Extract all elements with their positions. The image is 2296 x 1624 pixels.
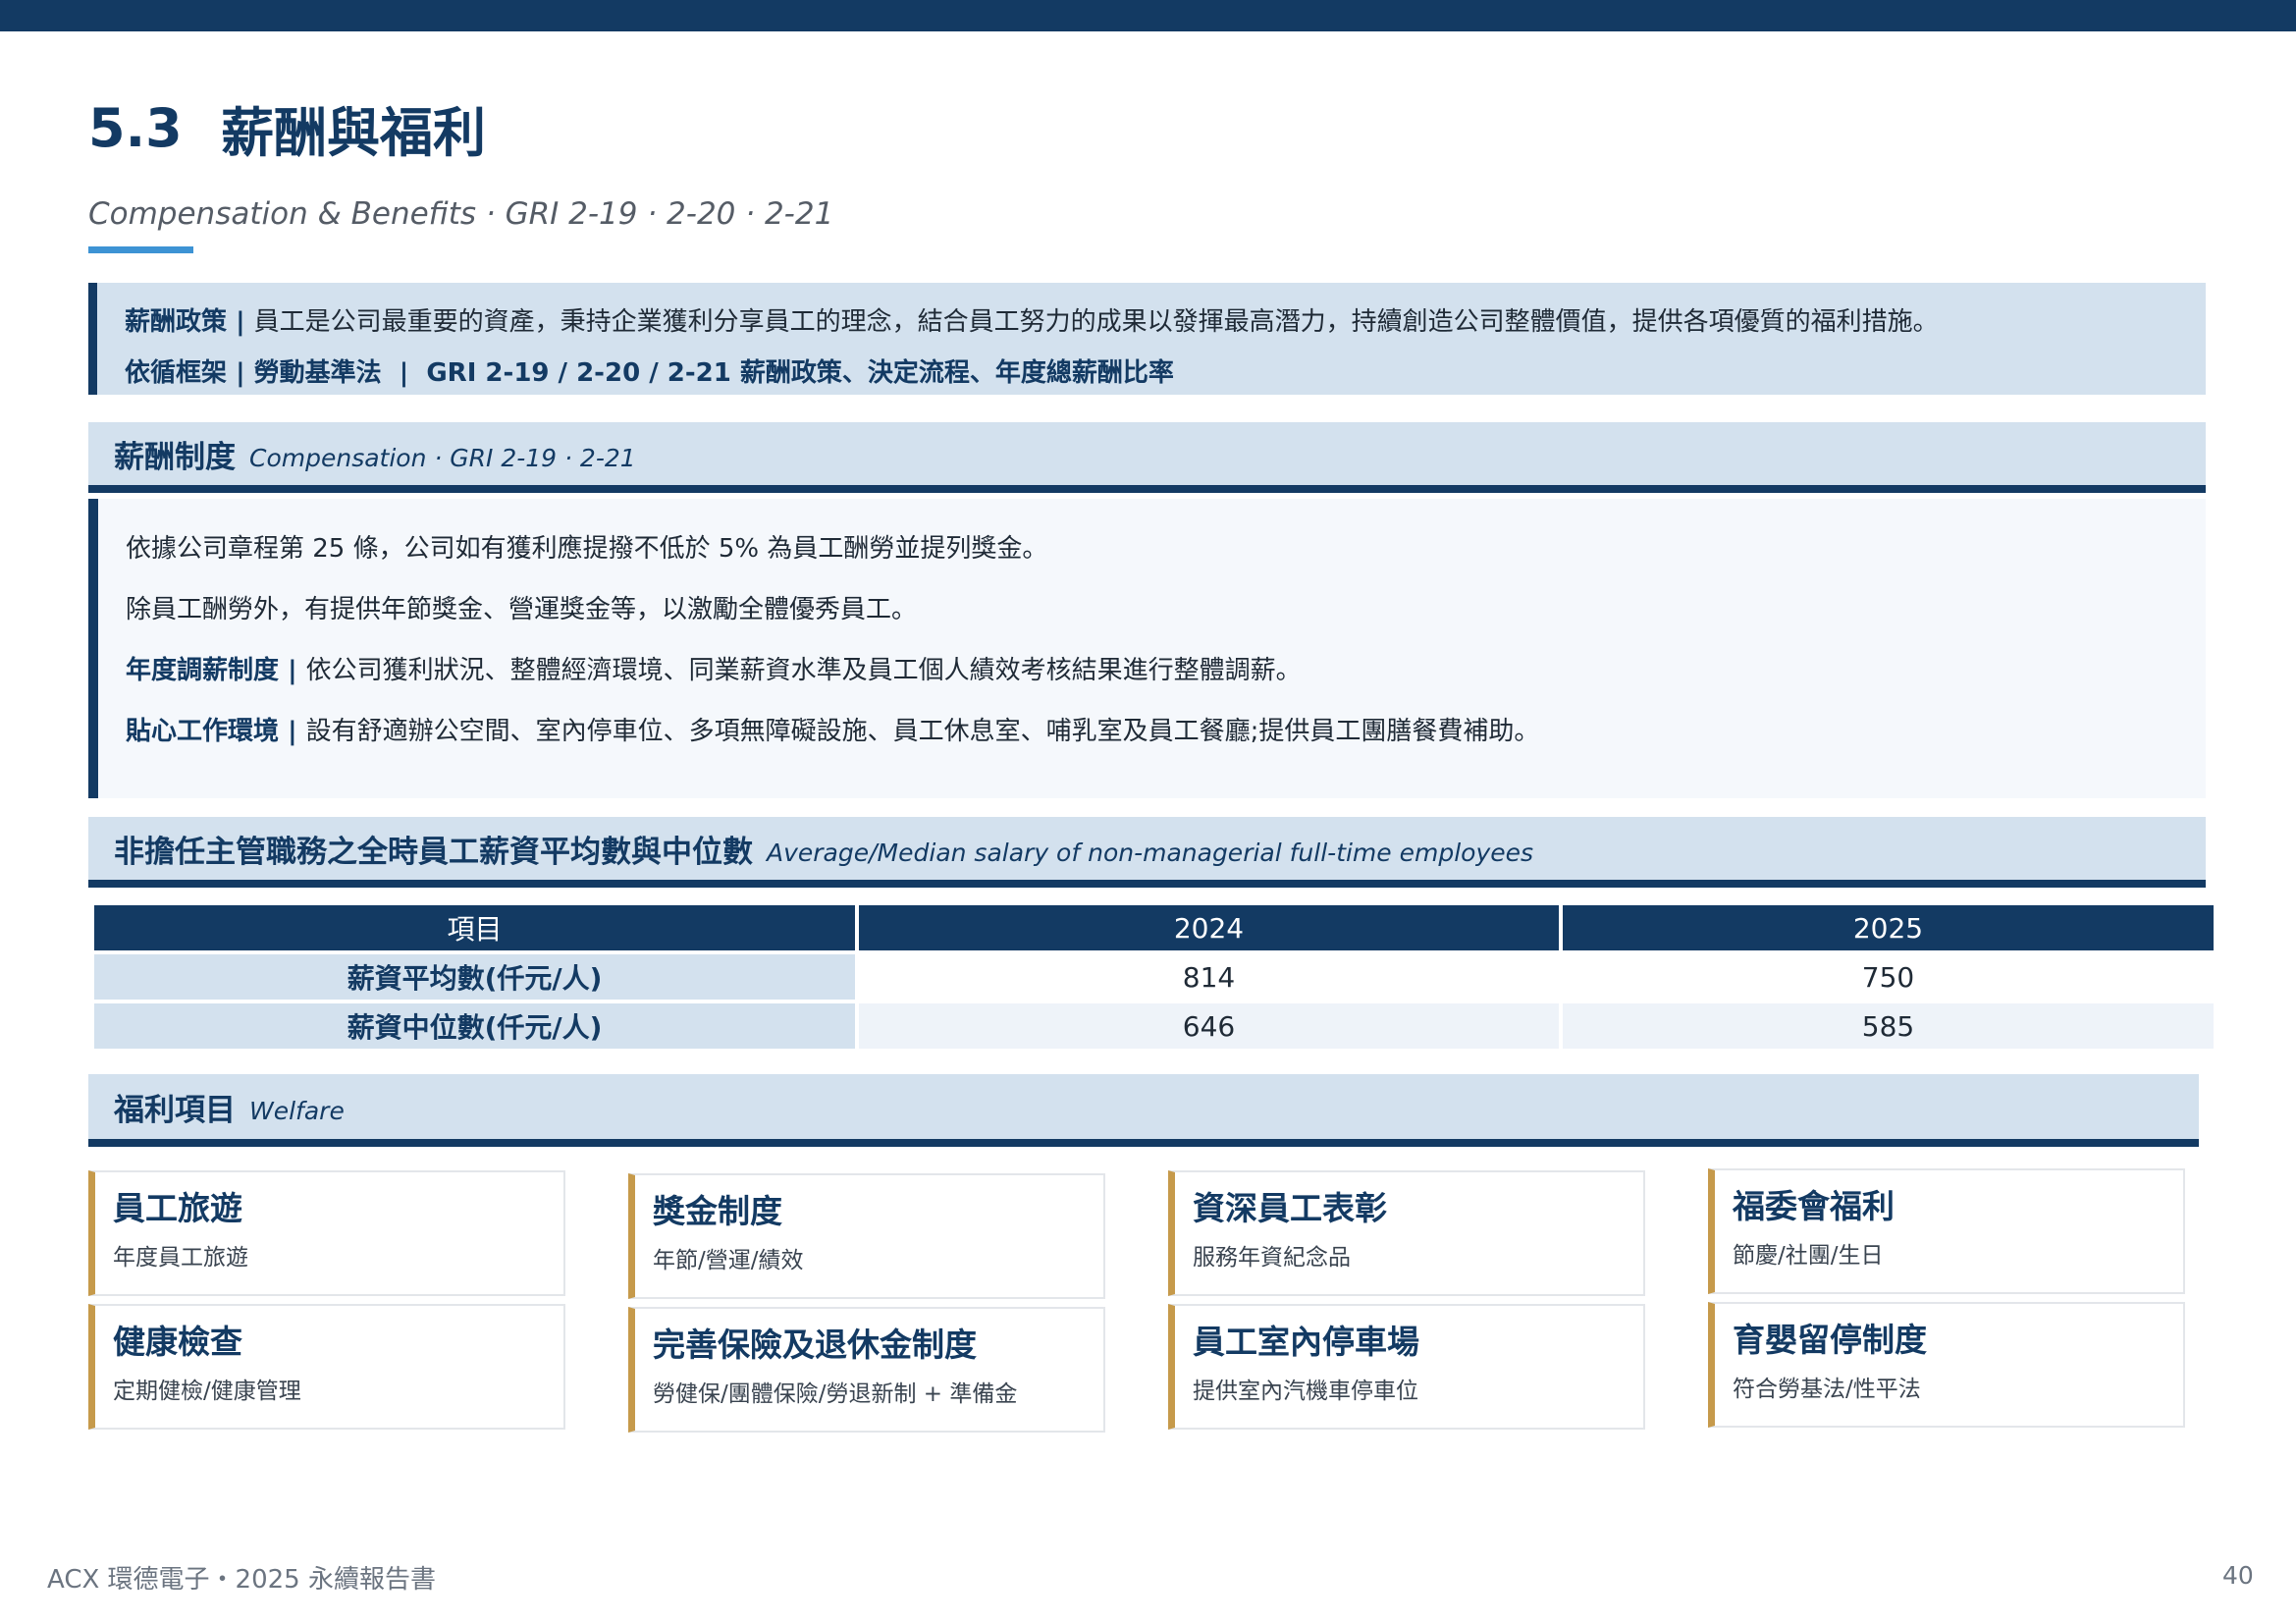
policy-text: 員工是公司最重要的資產，秉持企業獲利分享員工的理念，結合員工努力的成果以發揮最高… xyxy=(253,307,1939,337)
welfare-card-title: 員工室內停車場 xyxy=(1193,1323,1419,1361)
salary-heading: 非擔任主管職務之全時員工薪資平均數與中位數 Average/Median sal… xyxy=(88,817,2206,888)
salary-adjust-separator: | xyxy=(279,656,306,685)
column-header: 2025 xyxy=(1563,905,2214,950)
welfare-card-subtitle: 節慶/社團/生日 xyxy=(1733,1243,1884,1269)
table-cell: 814 xyxy=(859,954,1559,1000)
salary-adjust-label: 年度調薪制度 xyxy=(126,656,280,685)
welfare-heading-en: Welfare xyxy=(249,1096,345,1125)
workplace-text: 設有舒適辦公空間、室內停車位、多項無障礙設施、員工休息室、哺乳室及員工餐廳;提供… xyxy=(305,717,1540,746)
top-banner xyxy=(0,0,2296,31)
salary-adjust-text: 依公司獲利狀況、整體經濟環境、同業薪資水準及員工個人績效考核結果進行整體調薪。 xyxy=(305,656,1302,685)
subtitle-underline xyxy=(88,246,193,253)
welfare-card-subtitle: 勞健保/團體保險/勞退新制 + 準備金 xyxy=(653,1381,1018,1407)
welfare-card-title: 獎金制度 xyxy=(653,1192,782,1230)
page-title: 5.3 薪酬與福利 xyxy=(88,88,486,167)
welfare-card-subtitle: 定期健檢/健康管理 xyxy=(113,1379,301,1404)
salary-heading-en: Average/Median salary of non-managerial … xyxy=(767,838,1534,867)
table-row: 薪資中位數(仟元/人) 646 585 xyxy=(94,1003,2214,1049)
welfare-card: 健康檢查 定期健檢/健康管理 xyxy=(88,1304,565,1430)
row-label: 薪資中位數(仟元/人) xyxy=(94,1003,855,1049)
welfare-card: 獎金制度 年節/營運/績效 xyxy=(628,1173,1105,1299)
welfare-card-title: 資深員工表彰 xyxy=(1193,1189,1387,1227)
page-subtitle: Compensation & Benefits · GRI 2-19 · 2-2… xyxy=(88,196,834,232)
framework-separator-2: | xyxy=(381,358,427,388)
welfare-heading-zh: 福利項目 xyxy=(114,1092,236,1128)
welfare-card: 福委會福利 節慶/社團/生日 xyxy=(1708,1168,2185,1294)
policy-line-2: 依循框架 | 勞動基準法 | GRI 2-19 / 2-20 / 2-21 薪酬… xyxy=(125,348,2206,399)
welfare-card: 資深員工表彰 服務年資紀念品 xyxy=(1168,1170,1645,1296)
welfare-card: 育嬰留停制度 符合勞基法/性平法 xyxy=(1708,1302,2185,1428)
column-header: 項目 xyxy=(94,905,855,950)
table-cell: 646 xyxy=(859,1003,1559,1049)
welfare-card-title: 員工旅遊 xyxy=(113,1189,242,1227)
page-number: 40 xyxy=(2222,1561,2254,1590)
welfare-card-subtitle: 年節/營運/績效 xyxy=(653,1248,804,1273)
welfare-card-title: 健康檢查 xyxy=(113,1323,242,1361)
workplace-separator: | xyxy=(279,717,306,746)
framework-label: 依循框架 xyxy=(125,358,228,388)
table-header-row: 項目 2024 2025 xyxy=(94,905,2214,950)
row-label: 薪資平均數(仟元/人) xyxy=(94,954,855,1000)
workplace-label: 貼心工作環境 xyxy=(126,717,280,746)
welfare-card: 員工旅遊 年度員工旅遊 xyxy=(88,1170,565,1296)
welfare-card-subtitle: 提供室內汽機車停車位 xyxy=(1193,1379,1418,1404)
table-cell: 585 xyxy=(1563,1003,2214,1049)
compensation-box: 依據公司章程第 25 條，公司如有獲利應提撥不低於 5% 為員工酬勞並提列獎金。… xyxy=(88,499,2206,798)
framework-law: 勞動基準法 xyxy=(253,358,382,388)
framework-separator: | xyxy=(227,358,254,388)
compensation-line-2: 除員工酬勞外，有提供年節獎金、營運獎金等，以激勵全體優秀員工。 xyxy=(126,595,918,624)
welfare-card-title: 福委會福利 xyxy=(1733,1187,1895,1225)
welfare-card-title: 育嬰留停制度 xyxy=(1733,1321,1927,1359)
table-cell: 750 xyxy=(1563,954,2214,1000)
compensation-heading: 薪酬制度 Compensation · GRI 2-19 · 2-21 xyxy=(88,422,2206,493)
welfare-card-subtitle: 符合勞基法/性平法 xyxy=(1733,1377,1921,1402)
welfare-card-subtitle: 服務年資紀念品 xyxy=(1193,1245,1351,1271)
compensation-heading-zh: 薪酬制度 xyxy=(114,439,236,475)
column-header: 2024 xyxy=(859,905,1559,950)
compensation-line-3: 年度調薪制度 | 依公司獲利狀況、整體經濟環境、同業薪資水準及員工個人績效考核結… xyxy=(126,640,2206,701)
salary-table: 項目 2024 2025 薪資平均數(仟元/人) 814 750 薪資中位數(仟… xyxy=(90,901,2217,1053)
table-row: 薪資平均數(仟元/人) 814 750 xyxy=(94,954,2214,1000)
salary-heading-zh: 非擔任主管職務之全時員工薪資平均數與中位數 xyxy=(114,834,753,870)
policy-line-1: 薪酬政策 | 員工是公司最重要的資產，秉持企業獲利分享員工的理念，結合員工努力的… xyxy=(125,297,2206,348)
welfare-card-title: 完善保險及退休金制度 xyxy=(653,1326,977,1364)
welfare-heading: 福利項目 Welfare xyxy=(88,1074,2199,1147)
compensation-heading-en: Compensation · GRI 2-19 · 2-21 xyxy=(249,443,636,472)
policy-separator: | xyxy=(227,307,254,337)
welfare-card-subtitle: 年度員工旅遊 xyxy=(113,1245,248,1271)
policy-label: 薪酬政策 xyxy=(125,307,228,337)
compensation-line-1: 依據公司章程第 25 條，公司如有獲利應提撥不低於 5% 為員工酬勞並提列獎金。 xyxy=(126,534,1048,564)
compensation-line-4: 貼心工作環境 | 設有舒適辦公空間、室內停車位、多項無障礙設施、員工休息室、哺乳… xyxy=(126,701,2206,762)
section-title: 薪酬與福利 xyxy=(221,101,486,164)
welfare-card: 員工室內停車場 提供室內汽機車停車位 xyxy=(1168,1304,1645,1430)
footer-report-title: ACX 環德電子・2025 永續報告書 xyxy=(47,1565,436,1595)
framework-gri: GRI 2-19 / 2-20 / 2-21 薪酬政策、決定流程、年度總薪酬比率 xyxy=(426,358,1174,388)
welfare-card: 完善保險及退休金制度 勞健保/團體保險/勞退新制 + 準備金 xyxy=(628,1307,1105,1433)
section-number: 5.3 xyxy=(88,96,183,159)
policy-box: 薪酬政策 | 員工是公司最重要的資產，秉持企業獲利分享員工的理念，結合員工努力的… xyxy=(88,283,2206,395)
